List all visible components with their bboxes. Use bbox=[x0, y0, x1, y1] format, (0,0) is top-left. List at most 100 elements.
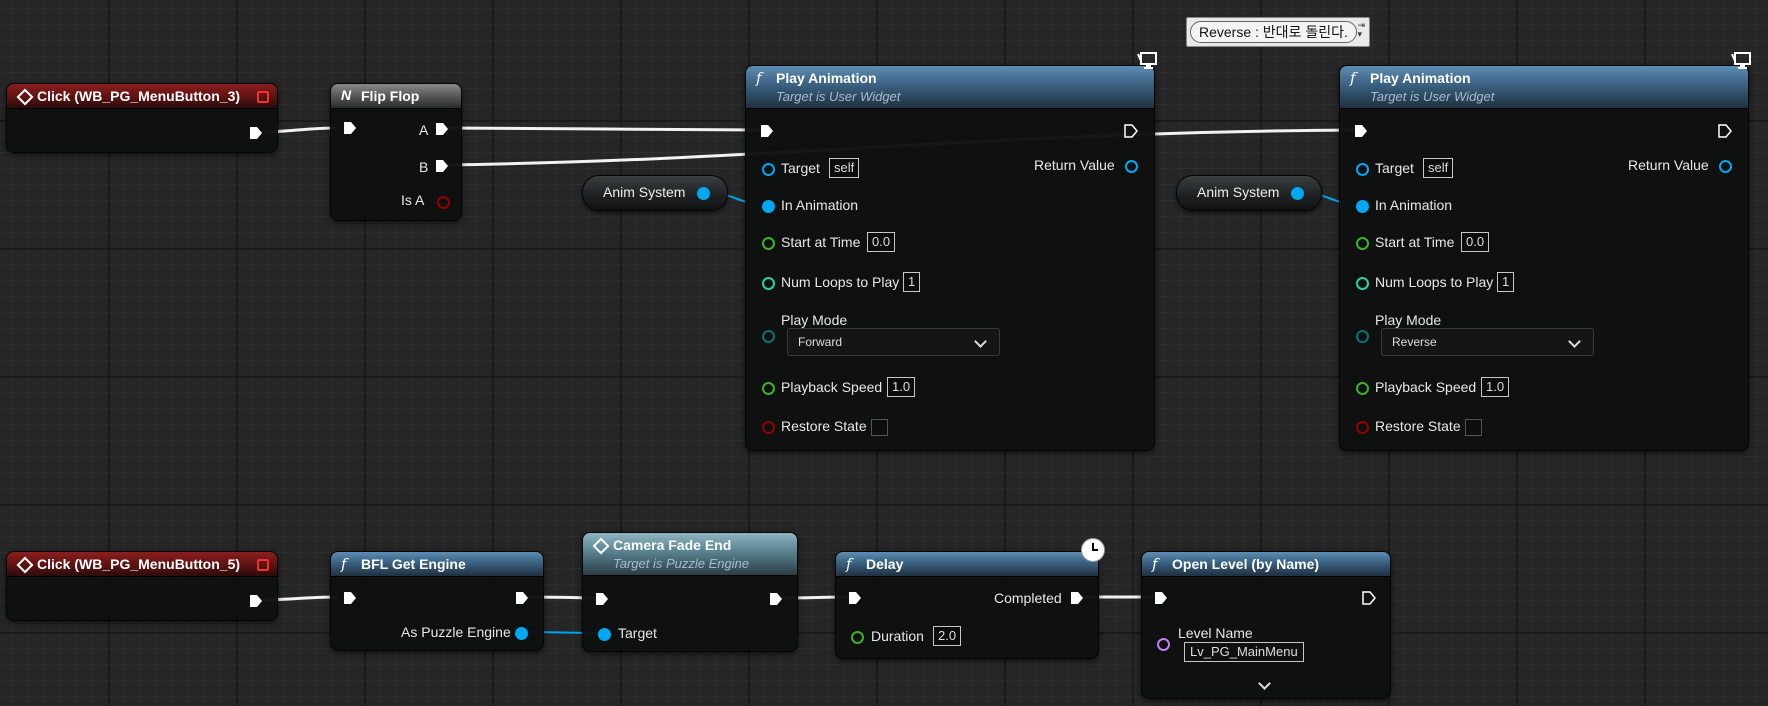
delay-header: f Delay bbox=[836, 552, 1098, 577]
camera-fade-end-title: Camera Fade End bbox=[613, 537, 732, 553]
pin-is-a-label: Is A bbox=[401, 192, 425, 208]
pin-a-label: A bbox=[419, 122, 429, 138]
start-at-time-pin[interactable] bbox=[1356, 237, 1369, 250]
in-animation-pin[interactable] bbox=[1356, 200, 1369, 213]
exec-input-pin[interactable] bbox=[848, 591, 862, 605]
level-name-field[interactable]: Lv_PG_MainMenu bbox=[1184, 642, 1304, 662]
in-animation-label: In Animation bbox=[1375, 197, 1453, 213]
chevron-down-icon bbox=[1568, 335, 1581, 348]
duration-field[interactable]: 2.0 bbox=[933, 626, 962, 646]
target-value[interactable]: self bbox=[829, 158, 860, 178]
function-icon: f bbox=[341, 555, 347, 573]
level-name-pin[interactable] bbox=[1157, 638, 1170, 651]
exec-output-pin[interactable] bbox=[249, 594, 263, 608]
bfl-get-engine-title: BFL Get Engine bbox=[361, 556, 466, 572]
event-node-header: Click (WB_PG_MenuButton_5) bbox=[7, 552, 277, 577]
delegate-pin-icon[interactable] bbox=[257, 91, 269, 103]
return-value-pin[interactable] bbox=[1719, 160, 1732, 173]
play-animation-node-reverse[interactable]: f Play Animation Target is User Widget T… bbox=[1339, 65, 1749, 451]
playback-speed-pin[interactable] bbox=[762, 382, 775, 395]
restore-state-label: Restore State bbox=[781, 418, 867, 434]
duration-pin[interactable] bbox=[851, 631, 864, 644]
playback-speed-field[interactable]: 1.0 bbox=[1481, 377, 1510, 397]
exec-output-pin[interactable] bbox=[769, 592, 783, 606]
exec-input-pin[interactable] bbox=[595, 592, 609, 606]
target-input-pin[interactable] bbox=[598, 628, 611, 641]
restore-state-checkbox[interactable] bbox=[1465, 419, 1482, 436]
start-at-time-field[interactable]: 0.0 bbox=[1461, 232, 1490, 252]
pin-b-label: B bbox=[419, 159, 429, 175]
monitor-icon bbox=[1731, 52, 1751, 69]
play-mode-pin[interactable] bbox=[1356, 330, 1369, 343]
exec-output-pin-b[interactable] bbox=[435, 159, 449, 173]
variable-label: Anim System bbox=[603, 184, 686, 200]
play-mode-dropdown[interactable]: Forward bbox=[787, 328, 1000, 356]
bfl-get-engine-node[interactable]: f BFL Get Engine As Puzzle Engine bbox=[330, 551, 544, 651]
in-animation-pin[interactable] bbox=[762, 200, 775, 213]
flip-flop-header: N Flip Flop bbox=[331, 84, 461, 109]
as-puzzle-engine-label: As Puzzle Engine bbox=[401, 624, 511, 640]
function-icon: f bbox=[846, 555, 852, 573]
restore-state-pin[interactable] bbox=[1356, 421, 1369, 434]
comment-bubble[interactable]: Reverse : 반대로 돌린다. ⇥ ▾ bbox=[1186, 17, 1370, 47]
event-node-click-button-5[interactable]: Click (WB_PG_MenuButton_5) bbox=[6, 551, 278, 621]
exec-output-pin[interactable] bbox=[1718, 124, 1732, 138]
object-output-pin[interactable] bbox=[697, 187, 710, 200]
play-mode-dropdown[interactable]: Reverse bbox=[1381, 328, 1594, 356]
camera-fade-end-subtitle: Target is Puzzle Engine bbox=[613, 556, 750, 571]
exec-output-pin[interactable] bbox=[1124, 124, 1138, 138]
return-value-label: Return Value bbox=[1628, 157, 1709, 173]
start-at-time-pin[interactable] bbox=[762, 237, 775, 250]
start-at-time-field[interactable]: 0.0 bbox=[867, 232, 896, 252]
playback-speed-pin[interactable] bbox=[1356, 382, 1369, 395]
num-loops-field[interactable]: 1 bbox=[903, 272, 921, 292]
function-icon: f bbox=[1350, 69, 1356, 87]
restore-state-label: Restore State bbox=[1375, 418, 1461, 434]
camera-fade-end-node[interactable]: Camera Fade End Target is Puzzle Engine … bbox=[582, 532, 798, 652]
object-output-pin[interactable] bbox=[515, 627, 528, 640]
exec-input-pin[interactable] bbox=[1154, 591, 1168, 605]
num-loops-field[interactable]: 1 bbox=[1497, 272, 1515, 292]
exec-output-pin[interactable] bbox=[515, 591, 529, 605]
play-animation-subtitle: Target is User Widget bbox=[776, 89, 901, 104]
num-loops-pin[interactable] bbox=[1356, 277, 1369, 290]
play-mode-selected: Reverse bbox=[1392, 335, 1437, 349]
num-loops-label: Num Loops to Play bbox=[781, 274, 900, 290]
target-value[interactable]: self bbox=[1423, 158, 1454, 178]
event-node-header: Click (WB_PG_MenuButton_3) bbox=[7, 84, 277, 109]
restore-state-pin[interactable] bbox=[762, 421, 775, 434]
play-mode-pin[interactable] bbox=[762, 330, 775, 343]
target-input-pin[interactable] bbox=[1356, 163, 1369, 176]
delegate-pin-icon[interactable] bbox=[257, 559, 269, 571]
play-animation-node-forward[interactable]: f Play Animation Target is User Widget T… bbox=[745, 65, 1155, 451]
flip-flop-title: Flip Flop bbox=[361, 88, 420, 104]
bool-output-pin[interactable] bbox=[437, 196, 450, 209]
exec-output-pin-a[interactable] bbox=[435, 122, 449, 136]
event-node-click-button-3[interactable]: Click (WB_PG_MenuButton_3) bbox=[6, 83, 278, 153]
start-at-time-label: Start at Time bbox=[781, 234, 861, 250]
exec-output-pin[interactable] bbox=[1070, 591, 1084, 605]
exec-input-pin[interactable] bbox=[343, 121, 357, 135]
exec-output-pin[interactable] bbox=[1362, 591, 1376, 605]
start-at-time-label: Start at Time bbox=[1375, 234, 1455, 250]
exec-output-pin[interactable] bbox=[249, 126, 263, 140]
flip-flop-node[interactable]: N Flip Flop A B Is A bbox=[330, 83, 462, 221]
pin-comment-icon[interactable]: ⇥ ▾ bbox=[1357, 21, 1365, 39]
restore-state-checkbox[interactable] bbox=[871, 419, 888, 436]
delay-node[interactable]: f Delay Completed Duration 2.0 bbox=[835, 551, 1099, 659]
open-level-node[interactable]: f Open Level (by Name) Level Name Lv_PG_… bbox=[1141, 551, 1391, 699]
play-animation-header: f Play Animation Target is User Widget bbox=[1340, 66, 1748, 109]
exec-input-pin[interactable] bbox=[1354, 124, 1368, 138]
target-input-pin[interactable] bbox=[762, 163, 775, 176]
chevron-down-icon[interactable] bbox=[1258, 677, 1271, 690]
playback-speed-field[interactable]: 1.0 bbox=[887, 377, 916, 397]
anim-system-variable[interactable]: Anim System bbox=[582, 175, 728, 211]
num-loops-pin[interactable] bbox=[762, 277, 775, 290]
object-output-pin[interactable] bbox=[1291, 187, 1304, 200]
anim-system-variable[interactable]: Anim System bbox=[1176, 175, 1322, 211]
exec-input-pin[interactable] bbox=[760, 124, 774, 138]
target-label: Target bbox=[618, 625, 657, 641]
return-value-pin[interactable] bbox=[1125, 160, 1138, 173]
flip-flop-icon: N bbox=[341, 87, 352, 103]
exec-input-pin[interactable] bbox=[343, 591, 357, 605]
